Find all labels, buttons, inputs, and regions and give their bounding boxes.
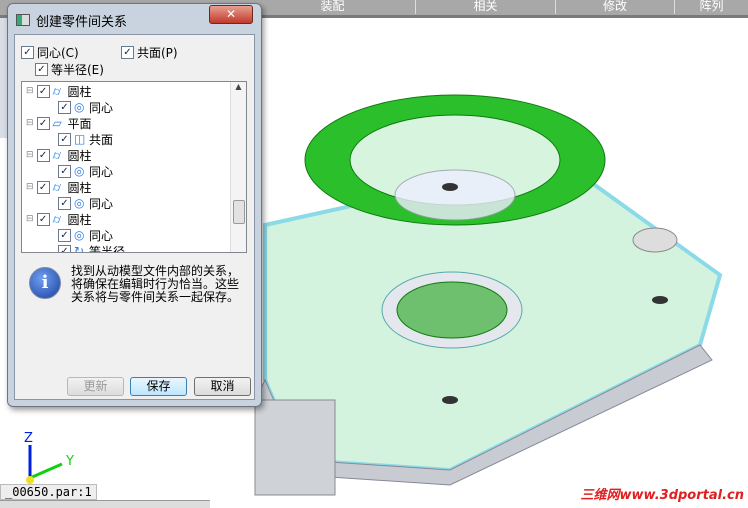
concentric-icon: ◎ [74,100,85,114]
checkbox-checked-icon: ✓ [35,63,48,76]
tree-node-label: 圆柱 [67,84,92,99]
info-message: 找到从动模型文件内部的关系，将确保在编辑时行为恰当。这些关系将与零件间关系一起保… [71,264,240,304]
tree-node-concentric[interactable]: ✓ ◎ 同心 [58,195,113,211]
checkbox-checked-icon[interactable]: ✓ [36,148,50,162]
collapse-icon[interactable]: ⊟ [26,214,34,224]
tree-node-cylinder[interactable]: ⊟ ✓ ⌭ 圆柱 [26,179,92,195]
checkbox-checked-icon: ✓ [121,46,134,59]
tree-node-cylinder[interactable]: ⊟ ✓ ⌭ 圆柱 [26,211,92,227]
equal-radius-checkbox[interactable]: ✓ 等半径(E) [35,61,104,78]
cylinder-icon: ⌭ [52,148,62,162]
concentric-checkbox[interactable]: ✓ 同心(C) [21,44,79,61]
checkbox-checked-icon: ✓ [21,46,34,59]
tree-node-label: 同心 [89,100,114,115]
hole [442,183,458,191]
collapse-icon[interactable]: ⊟ [26,86,34,96]
checkbox-checked-icon[interactable]: ✓ [36,180,50,194]
tree-scrollbar[interactable]: ▲ [230,82,246,252]
tab-assembly[interactable]: 装配 [250,0,416,14]
collapse-icon[interactable]: ⊟ [26,150,34,160]
y-axis [29,462,63,480]
tree-node-label: 圆柱 [67,148,92,163]
tree-node-plane[interactable]: ⊟ ✓ ▱ 平面 [26,115,92,131]
relationship-tree: ⊟ ✓ ⌭ 圆柱 ✓ ◎ 同心 ⊟ ✓ ▱ 平面 ✓ ◫ 共面 ⊟ ✓ ⌭ 圆柱 ✓ ◎ 同心 ⊟ ✓ ⌭ 圆柱 ✓ ◎ 同心 ⊟ ✓ ⌭ 圆… [21,81,247,253]
tree-node-label: 圆柱 [67,212,92,227]
concentric-icon: ◎ [74,196,85,210]
dialog-title: 创建零件间关系 [36,15,128,30]
center-hole-inner [396,281,508,339]
save-button[interactable]: 保存 [130,377,187,396]
dialog-body: ✓ 同心(C) ✓ 共面(P) ✓ 等半径(E) ⊟ ✓ ⌭ 圆柱 ✓ ◎ 同心 ⊟ ✓ ▱ 平面 ✓ ◫ 共面… [14,34,255,400]
collapse-icon[interactable]: ⊟ [26,118,34,128]
hole [632,227,678,253]
cylinder-icon: ⌭ [52,212,62,226]
coplanar-checkbox[interactable]: ✓ 共面(P) [121,44,178,61]
z-axis-label: Z [24,431,33,446]
tree-node-cylinder[interactable]: ⊟ ✓ ⌭ 圆柱 [26,83,92,99]
boss [394,169,516,221]
block [254,399,336,496]
tab-relate[interactable]: 相关 [416,0,556,14]
label: 同心(C) [37,46,79,60]
tree-node-equal-radius[interactable]: ✓ ↻ 等半径 [58,243,126,253]
tree-node-concentric[interactable]: ✓ ◎ 同心 [58,163,113,179]
checkbox-checked-icon[interactable]: ✓ [58,196,71,210]
tree-node-label: 圆柱 [67,180,92,195]
checkbox-checked-icon[interactable]: ✓ [36,212,50,226]
y-axis-label: Y [65,454,74,469]
checkbox-checked-icon[interactable]: ✓ [58,228,71,242]
hole [442,396,458,404]
tree-node-label: 同心 [89,164,114,179]
equal-radius-icon: ↻ [74,244,85,253]
coplanar-icon: ◫ [74,132,86,146]
checkbox-checked-icon[interactable]: ✓ [36,116,50,130]
tree-node-concentric[interactable]: ✓ ◎ 同心 [58,99,113,115]
checkbox-checked-icon[interactable]: ✓ [58,100,71,114]
collapse-icon[interactable]: ⊟ [26,182,34,192]
label: 共面(P) [137,46,178,60]
tree-node-label: 共面 [89,132,114,147]
left-panel-edge [0,18,7,138]
cylinder-icon: ⌭ [52,84,62,98]
title-bar[interactable]: 创建零件间关系 ✕ [8,4,261,32]
cylinder-icon: ⌭ [52,180,62,194]
tree-node-label: 平面 [67,116,92,131]
update-button[interactable]: 更新 [67,377,124,396]
label: 等半径(E) [51,63,104,77]
create-interpart-relationships-dialog: 创建零件间关系 ✕ ✓ 同心(C) ✓ 共面(P) ✓ 等半径(E) ⊟ ✓ ⌭ 圆柱 ✓ ◎ 同… [7,3,262,407]
tab-pattern[interactable]: 阵列 [675,0,748,14]
checkbox-checked-icon[interactable]: ✓ [36,84,50,98]
tab-modify[interactable]: 修改 [556,0,675,14]
tree-node-label: 等半径 [89,244,126,253]
tree-node-label: 同心 [89,196,114,211]
concentric-icon: ◎ [74,164,85,178]
tree-node-label: 同心 [89,228,114,243]
tree-node-concentric[interactable]: ✓ ◎ 同心 [58,227,113,243]
tree-node-cylinder[interactable]: ⊟ ✓ ⌭ 圆柱 [26,147,92,163]
info-icon: i [29,267,61,299]
cancel-button[interactable]: 取消 [194,377,251,396]
scroll-thumb[interactable] [233,200,245,224]
axis-origin [26,476,34,484]
checkbox-checked-icon[interactable]: ✓ [58,164,71,178]
document-tab[interactable]: _00650.par:1 [0,484,97,500]
plane-icon: ▱ [52,116,62,130]
watermark: 三维网www.3dportal.cn [580,488,744,503]
tree-node-coplanar[interactable]: ✓ ◫ 共面 [58,131,113,147]
scroll-up-icon[interactable]: ▲ [231,82,246,91]
hole [652,296,668,304]
window-icon [16,14,30,26]
close-button[interactable]: ✕ [209,5,253,24]
concentric-icon: ◎ [74,228,85,242]
checkbox-checked-icon[interactable]: ✓ [58,132,71,146]
checkbox-checked-icon[interactable]: ✓ [58,244,71,252]
